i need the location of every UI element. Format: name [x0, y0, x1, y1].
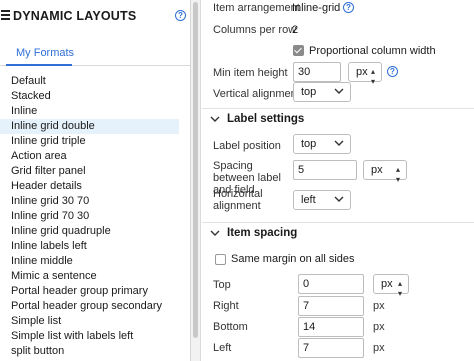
min-item-height-unit-select[interactable]: px ▴ ▾: [348, 62, 382, 86]
format-list-item[interactable]: Inline labels left: [0, 239, 190, 254]
item-spacing-header[interactable]: Item spacing: [202, 222, 474, 244]
select-value: px: [381, 278, 393, 290]
min-item-height-input[interactable]: 30: [293, 62, 341, 82]
chevron-down-icon: [334, 140, 344, 146]
proportional-column-width-label: Proportional column width: [309, 45, 436, 57]
scrollbar-thumb[interactable]: [193, 2, 198, 338]
left-margin-label: Left: [213, 342, 232, 354]
updown-caret-icon: ▴ ▾: [370, 67, 375, 86]
label-position-label: Label position: [213, 140, 281, 152]
vertical-alignment-label: Vertical alignment: [213, 88, 300, 100]
horizontal-alignment-select[interactable]: left: [293, 190, 351, 210]
format-list-item[interactable]: Mimic a sentence: [0, 269, 190, 284]
same-margin-checkbox[interactable]: [215, 254, 226, 265]
bottom-margin-input[interactable]: 14: [298, 317, 364, 337]
spacing-input[interactable]: 5: [293, 160, 357, 180]
section-title: Label settings: [227, 113, 305, 125]
chevron-down-icon: [210, 230, 220, 236]
format-list-item[interactable]: Inline grid 30 70: [0, 194, 190, 209]
left-margin-input[interactable]: 7: [298, 338, 364, 358]
top-margin-input[interactable]: 0: [298, 274, 364, 294]
format-list-item[interactable]: Action area: [0, 149, 190, 164]
format-list-item[interactable]: Header details: [0, 179, 190, 194]
format-list-item[interactable]: Default: [0, 74, 190, 89]
panel-header: DYNAMIC LAYOUTS ?: [0, 0, 190, 32]
properties-panel: Item arrangement Inline-grid ? Columns p…: [202, 0, 474, 361]
chevron-down-icon: [334, 88, 344, 94]
select-value: top: [301, 86, 317, 98]
same-margin-label: Same margin on all sides: [231, 253, 355, 265]
min-item-height-label: Min item height: [213, 67, 288, 79]
format-list-item[interactable]: Simple list with labels left: [0, 329, 190, 344]
format-list-item[interactable]: Inline grid double: [0, 119, 179, 134]
columns-per-row-label: Columns per row: [213, 24, 297, 36]
format-list: Default Stacked Inline Inline grid double In…: [0, 74, 190, 359]
format-list-item[interactable]: Stacked: [0, 89, 190, 104]
item-arrangement-value: Inline-grid: [292, 2, 341, 14]
format-list-item[interactable]: Portal header group secondary: [0, 299, 190, 314]
left-margin-unit: px: [373, 342, 385, 354]
proportional-column-width-checkbox[interactable]: [293, 45, 304, 56]
spacing-unit-select[interactable]: px ▴ ▾: [363, 160, 407, 184]
chevron-down-icon: [210, 116, 220, 122]
format-list-item[interactable]: Inline grid quadruple: [0, 224, 190, 239]
format-list-item[interactable]: Inline grid triple: [0, 134, 190, 149]
select-value: px: [371, 164, 383, 176]
format-list-item[interactable]: Inline grid 70 30: [0, 209, 190, 224]
label-position-select[interactable]: top: [293, 134, 351, 154]
section-title: Item spacing: [227, 227, 298, 239]
formats-panel: DYNAMIC LAYOUTS ? My Formats Default Stac…: [0, 0, 191, 361]
updown-caret-icon: ▴ ▾: [397, 279, 402, 298]
help-icon[interactable]: ?: [343, 2, 354, 13]
format-list-item[interactable]: Inline: [0, 104, 190, 119]
top-margin-label: Top: [213, 279, 231, 291]
tab-my-formats[interactable]: My Formats: [6, 40, 75, 66]
columns-per-row-value: 2: [292, 24, 299, 36]
updown-caret-icon: ▴ ▾: [395, 165, 400, 184]
item-arrangement-label: Item arrangement: [213, 2, 300, 14]
panel-splitter[interactable]: [191, 0, 201, 361]
select-value: px: [356, 66, 368, 78]
label-settings-header[interactable]: Label settings: [202, 108, 474, 130]
panel-title: DYNAMIC LAYOUTS: [13, 9, 137, 23]
format-list-item[interactable]: Grid filter panel: [0, 164, 190, 179]
menu-icon[interactable]: [1, 10, 10, 21]
margin-unit-select[interactable]: px ▴ ▾: [373, 274, 409, 298]
bottom-margin-label: Bottom: [213, 321, 248, 333]
right-margin-label: Right: [213, 300, 239, 312]
format-list-item[interactable]: Simple list: [0, 314, 190, 329]
chevron-down-icon: [334, 196, 344, 202]
select-value: top: [301, 138, 317, 150]
bottom-margin-unit: px: [373, 321, 385, 333]
format-list-item[interactable]: Portal header group primary: [0, 284, 190, 299]
format-list-item[interactable]: split button: [0, 344, 190, 359]
vertical-alignment-select[interactable]: top: [293, 82, 351, 102]
tab-label: My Formats: [16, 47, 75, 59]
select-value: left: [301, 194, 316, 206]
help-icon[interactable]: ?: [175, 10, 186, 21]
horizontal-alignment-label: Horizontal alignment: [213, 188, 263, 212]
tab-bar: My Formats: [0, 40, 190, 66]
right-margin-input[interactable]: 7: [298, 296, 364, 316]
help-icon[interactable]: ?: [387, 66, 398, 77]
right-margin-unit: px: [373, 300, 385, 312]
format-list-item[interactable]: Inline middle: [0, 254, 190, 269]
